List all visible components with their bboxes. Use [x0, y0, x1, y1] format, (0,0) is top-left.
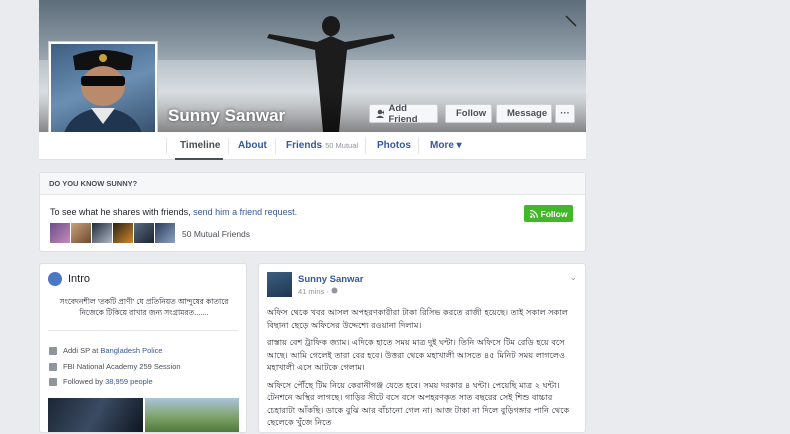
more-options-button[interactable]: ··· — [555, 104, 575, 123]
chevron-down-icon[interactable]: ⌄ — [569, 272, 577, 283]
do-you-know-text: To see what he shares with friends, send… — [50, 207, 297, 217]
intro-work-prefix: Addi SP at — [63, 346, 99, 355]
intro-divider — [48, 330, 238, 331]
intro-work-link[interactable]: Bangladesh Police — [100, 346, 162, 355]
message-button[interactable]: Message — [496, 104, 552, 123]
tab-about-label: About — [238, 140, 267, 151]
tab-more-label: More ▾ — [430, 140, 462, 151]
graduation-cap-icon — [49, 362, 57, 371]
post-body: অফিস থেকে খবর আসল অপহরণকারীরা টাকা রিসিভ… — [267, 306, 579, 434]
intro-title: Intro — [68, 273, 91, 285]
mutual-friend-avatar[interactable] — [134, 223, 154, 243]
nav-divider — [166, 138, 167, 154]
intro-followers-row: Followed by 38,959 people — [49, 377, 153, 386]
tab-about[interactable]: About — [238, 132, 267, 160]
profile-nav-bar: Timeline About Friends 50 Mutual Photos M… — [39, 132, 586, 160]
tab-timeline-label: Timeline — [180, 140, 221, 151]
follow-button-label: Follow — [540, 208, 568, 219]
intro-work-text: Addi SP at Bangladesh Police — [63, 346, 163, 355]
profile-person-illustration — [61, 50, 145, 146]
intro-followers-prefix: Followed by — [63, 377, 104, 386]
follow-header-label: Follow — [456, 108, 487, 119]
tab-photos[interactable]: Photos — [377, 132, 411, 160]
post-author-avatar[interactable] — [267, 272, 292, 297]
post-paragraph: রাস্তায় বেশ ট্রাফিক জ্যাম। এদিকে হাতে স… — [267, 337, 565, 372]
post-author-name[interactable]: Sunny Sanwar — [298, 274, 363, 285]
intro-education-text: FBI National Academy 259 Session — [63, 362, 181, 371]
intro-photo[interactable] — [145, 398, 239, 432]
active-tab-indicator — [175, 158, 223, 160]
briefcase-icon — [49, 346, 57, 355]
post-card: Sunny Sanwar 41 mins · ⌄ অফিস থেকে খবর আ… — [258, 263, 586, 433]
rss-icon — [529, 209, 538, 218]
mutual-friend-avatar[interactable] — [113, 223, 133, 243]
intro-header: Intro — [48, 272, 90, 286]
tab-photos-label: Photos — [377, 140, 411, 151]
nav-divider — [418, 138, 419, 154]
intro-card: Intro সংবেদনশীল 'তকটি প্রাণী' যে প্রতিনি… — [39, 263, 247, 433]
more-options-icon: ··· — [560, 108, 570, 119]
nav-divider — [228, 138, 229, 154]
tab-friends-label: Friends — [286, 140, 323, 151]
intro-followers-text: Followed by 38,959 people — [63, 377, 153, 386]
mutual-friends-count[interactable]: 50 Mutual Friends — [182, 229, 250, 239]
cover-bird — [565, 15, 577, 27]
add-friend-icon — [376, 109, 385, 118]
do-you-know-card: DO YOU KNOW SUNNY? To see what he shares… — [39, 172, 586, 252]
send-friend-request-link[interactable]: send him a friend request. — [193, 207, 297, 217]
add-friend-button[interactable]: Add Friend — [369, 102, 438, 125]
message-label: Message — [507, 108, 548, 119]
rss-icon — [49, 377, 57, 386]
intro-bio: সংবেদনশীল 'তকটি প্রাণী' যে প্রতিনিয়ত আন… — [59, 297, 229, 317]
follow-button[interactable]: Follow — [524, 205, 573, 222]
mutual-friend-avatar[interactable] — [71, 223, 91, 243]
globe-icon — [331, 287, 338, 294]
globe-icon — [48, 272, 62, 286]
intro-education-row: FBI National Academy 259 Session — [49, 362, 181, 371]
do-you-know-title: DO YOU KNOW SUNNY? — [40, 173, 585, 195]
post-paragraph: অফিসে পৌঁছে টিম নিয়ে কেরানীগঞ্জ যেতে হব… — [267, 379, 570, 428]
add-friend-label: Add Friend — [388, 102, 418, 125]
mutual-friend-avatar[interactable] — [92, 223, 112, 243]
post-paragraph: অফিস থেকে খবর আসল অপহরণকারীরা টাকা রিসিভ… — [267, 307, 568, 330]
mutual-friend-avatar[interactable] — [50, 223, 70, 243]
post-timestamp[interactable]: 41 mins · — [298, 287, 338, 296]
post-time-text: 41 mins · — [298, 287, 331, 296]
follow-header-button[interactable]: Follow — [445, 104, 492, 123]
nav-divider — [365, 138, 366, 154]
intro-photo[interactable] — [48, 398, 143, 432]
profile-name[interactable]: Sunny Sanwar — [168, 106, 285, 126]
mutual-friends-avatars — [50, 223, 175, 243]
tab-friends[interactable]: Friends 50 Mutual — [286, 132, 358, 160]
nav-divider — [275, 138, 276, 154]
intro-work-row: Addi SP at Bangladesh Police — [49, 346, 163, 355]
intro-followers-link[interactable]: 38,959 people — [105, 377, 153, 386]
tab-timeline[interactable]: Timeline — [180, 132, 220, 160]
mutual-friend-avatar[interactable] — [155, 223, 175, 243]
do-you-know-message: To see what he shares with friends, — [50, 207, 191, 217]
tab-friends-badge: 50 Mutual — [325, 141, 359, 150]
tab-more[interactable]: More ▾ — [430, 132, 462, 160]
